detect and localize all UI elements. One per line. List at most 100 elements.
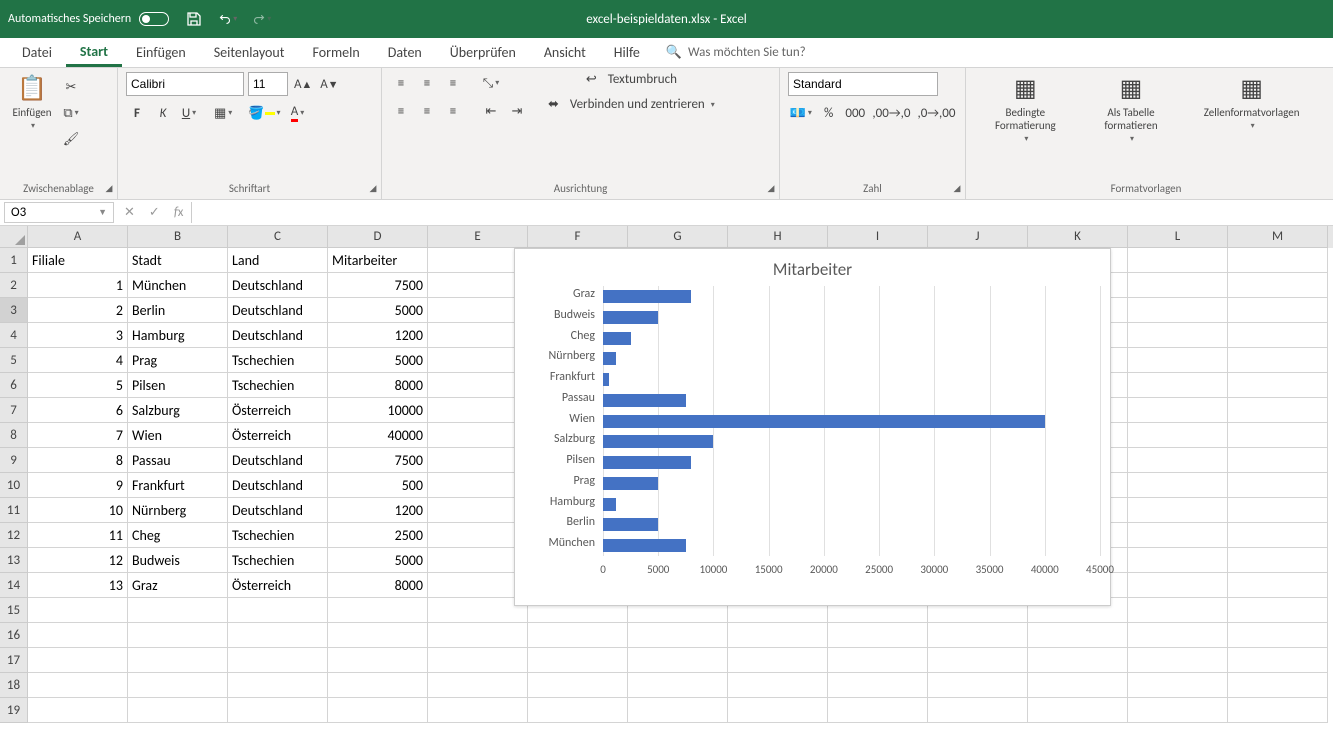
chart-bar[interactable]: Pilsen	[603, 456, 691, 469]
decrease-decimal-icon[interactable]: ,0→,00	[916, 102, 957, 124]
row-header[interactable]: 12	[0, 523, 28, 548]
chart-bar[interactable]: Hamburg	[603, 498, 616, 511]
cell[interactable]	[1128, 698, 1228, 723]
cell[interactable]	[1228, 673, 1328, 698]
bold-button[interactable]: F	[126, 102, 148, 124]
cell[interactable]	[128, 673, 228, 698]
conditional-formatting-button[interactable]: ▦ Bedingte Formatierung	[975, 72, 1075, 180]
chart-bar[interactable]: Prag	[603, 477, 658, 490]
paste-button[interactable]: 📋 Einfügen	[8, 72, 56, 180]
tab-überprüfen[interactable]: Überprüfen	[436, 38, 530, 67]
cell[interactable]: Passau	[128, 448, 228, 473]
chart-bar[interactable]: Nürnberg	[603, 352, 616, 365]
cell[interactable]	[728, 673, 828, 698]
cell[interactable]	[1128, 323, 1228, 348]
orientation-icon[interactable]: ⤡	[480, 72, 502, 94]
cell[interactable]: Deutschland	[228, 448, 328, 473]
cell[interactable]	[1228, 448, 1328, 473]
chart-bar[interactable]: Wien	[603, 415, 1045, 428]
cell[interactable]	[428, 648, 528, 673]
fx-icon[interactable]: fx	[174, 205, 184, 220]
cell[interactable]: 7	[28, 423, 128, 448]
tab-ansicht[interactable]: Ansicht	[530, 38, 600, 67]
cell[interactable]: Stadt	[128, 248, 228, 273]
cell[interactable]	[1128, 248, 1228, 273]
cell[interactable]	[128, 698, 228, 723]
cell[interactable]	[1228, 273, 1328, 298]
align-top-icon[interactable]: ≡	[390, 72, 412, 94]
cell[interactable]: Tschechien	[228, 373, 328, 398]
cell[interactable]: Deutschland	[228, 273, 328, 298]
cell[interactable]	[1128, 448, 1228, 473]
cell[interactable]: Berlin	[128, 298, 228, 323]
cell[interactable]	[528, 623, 628, 648]
cell[interactable]	[328, 698, 428, 723]
cell[interactable]	[428, 623, 528, 648]
row-header[interactable]: 17	[0, 648, 28, 673]
tab-datei[interactable]: Datei	[8, 38, 66, 67]
formula-input[interactable]	[191, 202, 1329, 223]
accounting-format-icon[interactable]: 💶	[788, 102, 814, 124]
underline-button[interactable]: U	[178, 102, 200, 124]
cell[interactable]	[1228, 348, 1328, 373]
cell[interactable]	[328, 648, 428, 673]
cell[interactable]: Land	[228, 248, 328, 273]
tab-start[interactable]: Start	[66, 38, 122, 67]
cell[interactable]	[1228, 623, 1328, 648]
row-header[interactable]: 14	[0, 573, 28, 598]
cell[interactable]: 8	[28, 448, 128, 473]
cell[interactable]: 1200	[328, 498, 428, 523]
fill-color-icon[interactable]: 🪣	[246, 102, 282, 124]
dialog-launcher-icon[interactable]: ◢	[103, 183, 115, 195]
cell[interactable]: 10000	[328, 398, 428, 423]
cell[interactable]	[1028, 623, 1128, 648]
cell[interactable]: 11	[28, 523, 128, 548]
cell[interactable]: Pilsen	[128, 373, 228, 398]
chart-bar[interactable]: Berlin	[603, 518, 658, 531]
decrease-font-icon[interactable]: A▼	[318, 73, 340, 95]
cell[interactable]	[1128, 348, 1228, 373]
cell[interactable]	[1228, 498, 1328, 523]
cell[interactable]: 5000	[328, 298, 428, 323]
cell[interactable]: Österreich	[228, 423, 328, 448]
cell[interactable]: 12	[28, 548, 128, 573]
cell[interactable]	[728, 698, 828, 723]
cell[interactable]: Prag	[128, 348, 228, 373]
cell[interactable]: Tschechien	[228, 548, 328, 573]
row-header[interactable]: 11	[0, 498, 28, 523]
merge-center-button[interactable]: ⬌ Verbinden und zentrieren	[546, 97, 717, 112]
cell[interactable]	[1228, 298, 1328, 323]
cell[interactable]	[328, 598, 428, 623]
cell[interactable]: Deutschland	[228, 473, 328, 498]
cell[interactable]	[828, 623, 928, 648]
name-box[interactable]: O3▼	[4, 202, 114, 223]
cell[interactable]	[628, 698, 728, 723]
row-header[interactable]: 5	[0, 348, 28, 373]
row-header[interactable]: 13	[0, 548, 28, 573]
cell[interactable]: 4	[28, 348, 128, 373]
cell[interactable]: Wien	[128, 423, 228, 448]
autosave-toggle[interactable]: Automatisches Speichern	[8, 12, 169, 26]
italic-button[interactable]: K	[152, 102, 174, 124]
cell[interactable]: 13	[28, 573, 128, 598]
row-header[interactable]: 10	[0, 473, 28, 498]
cell[interactable]	[1228, 323, 1328, 348]
cell[interactable]	[28, 648, 128, 673]
column-header[interactable]: B	[128, 226, 228, 248]
cell[interactable]	[1228, 548, 1328, 573]
cell[interactable]: 7500	[328, 448, 428, 473]
cell[interactable]: Österreich	[228, 573, 328, 598]
cell[interactable]	[428, 548, 528, 573]
cell[interactable]	[928, 673, 1028, 698]
cell[interactable]	[428, 248, 528, 273]
redo-icon[interactable]	[253, 10, 271, 28]
row-header[interactable]: 9	[0, 448, 28, 473]
cell[interactable]	[1028, 673, 1128, 698]
cell[interactable]: 40000	[328, 423, 428, 448]
cell[interactable]	[1228, 698, 1328, 723]
borders-icon[interactable]: ▦	[212, 102, 234, 124]
cell[interactable]	[1028, 698, 1128, 723]
cell[interactable]: 1200	[328, 323, 428, 348]
cell[interactable]	[228, 673, 328, 698]
cell[interactable]: 5000	[328, 548, 428, 573]
